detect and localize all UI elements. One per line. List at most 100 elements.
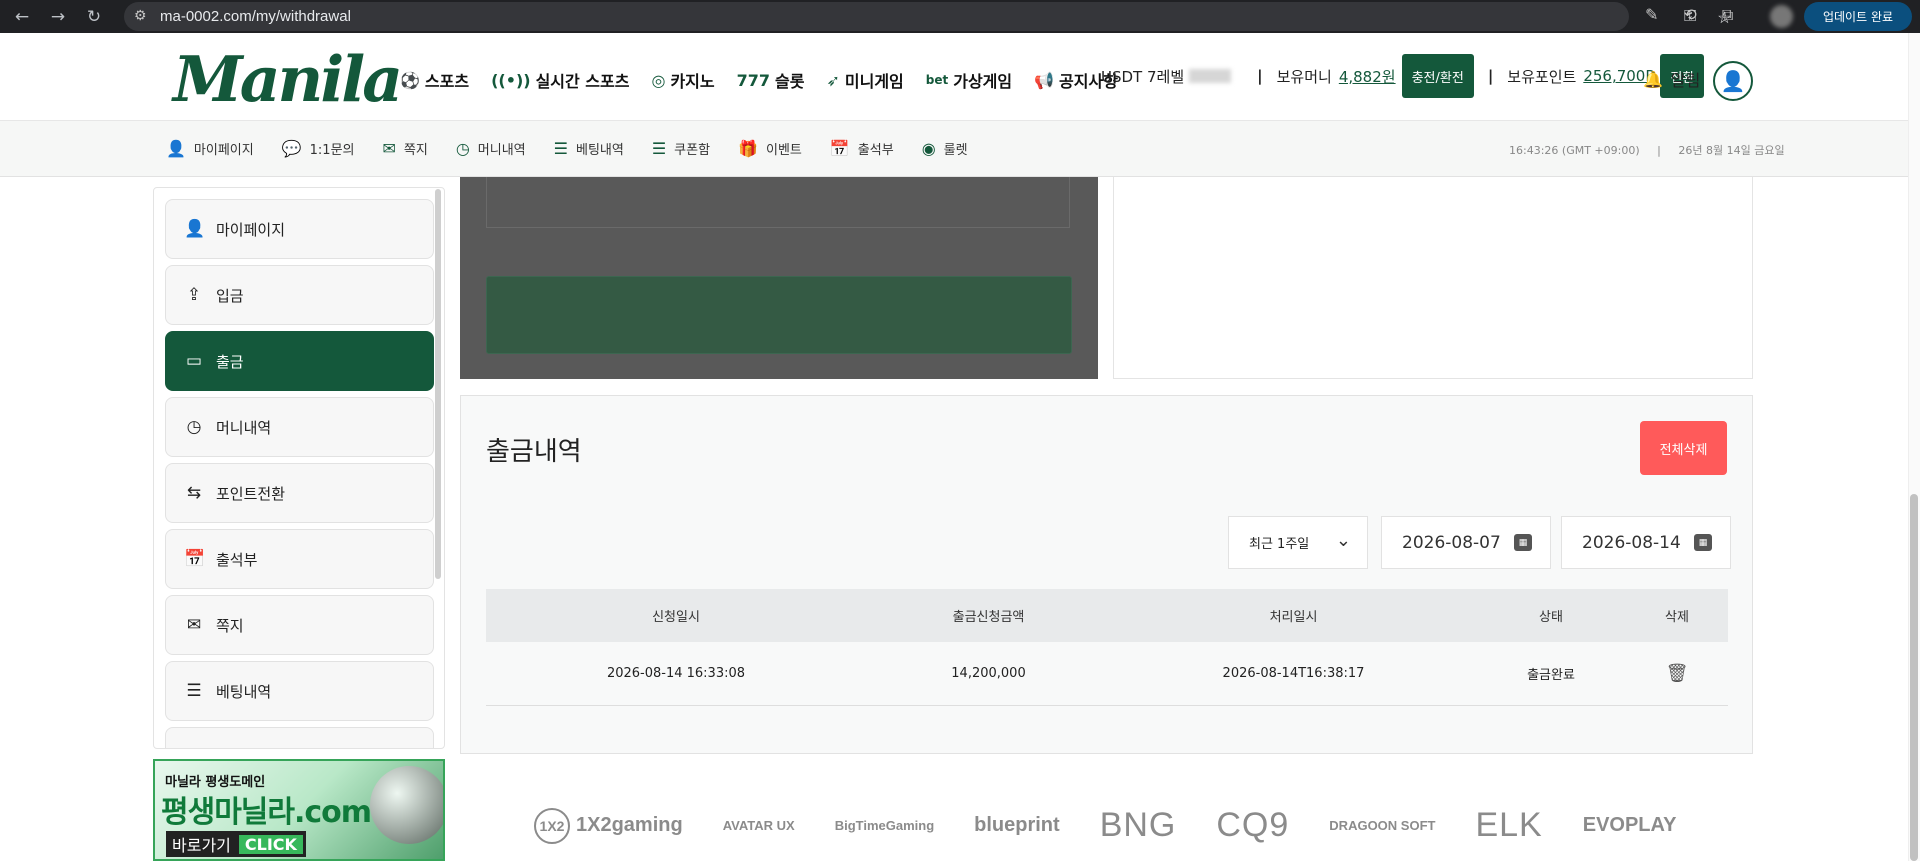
subnav-mypage[interactable]: 👤 마이페이지 [166, 139, 254, 158]
globe-icon [370, 766, 443, 844]
provider-name: BNG [1099, 806, 1177, 844]
site-logo[interactable]: Manila [173, 48, 403, 111]
server-clock: 16:43:26 (GMT +09:00) | 26년 8월 14일 금요일 [1509, 142, 1785, 158]
nav-sports[interactable]: ⚽ 스포츠 [400, 68, 469, 92]
history-title: 출금내역 [486, 437, 582, 467]
withdraw-icon: ▭ [185, 351, 203, 371]
sidebar-item-label: 마이페이지 [216, 220, 286, 239]
envelope-icon: ✉ [186, 615, 202, 635]
domain-banner[interactable]: 마닐라 평생도메인 평생마닐라.com 바로가기 CLICK [153, 759, 445, 861]
banner-go-button[interactable]: 바로가기 CLICK [166, 831, 306, 857]
provider-logos: 1X2 1X2gaming AVATAR UX BigTimeGaming blu… [534, 806, 1676, 845]
delete-all-button[interactable]: 전체삭제 [1640, 421, 1727, 475]
provider-name: 1X2gaming [576, 814, 683, 836]
subnav-label: 1:1문의 [309, 143, 355, 158]
cell-processed: 2026-08-14T16:38:17 [1222, 666, 1365, 681]
casino-chip-icon: ◎ [651, 70, 666, 90]
user-level: USDT 7레벨 [1101, 67, 1185, 86]
coupon-icon: ☰ [651, 139, 667, 158]
live-signal-icon: ((•)) [491, 70, 531, 90]
page-scrollbar-thumb[interactable] [1910, 494, 1918, 861]
alarm-button[interactable]: 🔔 알림 [1643, 67, 1700, 91]
col-processed: 처리일시 [1269, 610, 1318, 625]
subnav-label: 마이페이지 [193, 143, 254, 158]
withdrawal-form-overlay [460, 177, 1098, 379]
date-to-input[interactable]: 2026-08-14 ▦ [1561, 516, 1731, 569]
nav-minigame[interactable]: ➶ 미니게임 [826, 68, 903, 92]
sidebar-item-money-history[interactable]: ◷ 머니내역 [165, 397, 434, 457]
sidebar-item-label: 출금 [216, 352, 244, 371]
subnav-money-history[interactable]: ◷ 머니내역 [456, 139, 526, 158]
divider: | [1657, 144, 1661, 157]
subnav-message[interactable]: ✉ 쪽지 [383, 139, 428, 158]
sidebar-item-partial[interactable] [165, 727, 434, 748]
provider-evoplay: EVOPLAY [1583, 814, 1677, 837]
site-info-icon[interactable]: ⚙ [134, 7, 147, 24]
forward-icon[interactable]: → [44, 3, 72, 31]
sidebar-scrollbar[interactable] [435, 189, 441, 579]
cell-status: 출금완료 [1527, 668, 1575, 683]
subnav-bet-history[interactable]: ☰ 베팅내역 [554, 139, 624, 158]
subnav-label: 룰렛 [943, 143, 968, 158]
sidebar-item-bet-history[interactable]: ☰ 베팅내역 [165, 661, 434, 721]
pen-icon[interactable]: ✎ [1645, 5, 1658, 25]
site-header: Manila ⚽ 스포츠 ((•)) 실시간 스포츠 ◎ 카지노 777 슬롯 ➶ 미니게… [0, 33, 1908, 121]
provider-name: EVOPLAY [1582, 814, 1677, 836]
sidebar-item-message[interactable]: ✉ 쪽지 [165, 595, 434, 655]
calendar-icon[interactable]: ▦ [1514, 534, 1532, 551]
user-icon: 👤 [184, 219, 206, 239]
nav-virtual-game[interactable]: bet 가상게임 [926, 68, 1012, 92]
withdrawal-history: 출금내역 전체삭제 최근 1주일 ⌄ 2026-08-07 ▦ 2026-08-… [460, 395, 1753, 754]
server-date: 26년 8월 14일 금요일 [1678, 144, 1785, 157]
nav-live-sports[interactable]: ((•)) 실시간 스포츠 [491, 68, 629, 92]
update-button[interactable]: 업데이트 완료 [1804, 2, 1912, 31]
address-bar[interactable]: ⚙ ma-0002.com/my/withdrawal ⚿ ☆ [124, 2, 1732, 31]
subnav-label: 머니내역 [477, 143, 526, 158]
sidebar-item-label: 머니내역 [216, 418, 272, 437]
sub-nav: 👤 마이페이지 💬 1:1문의 ✉ 쪽지 ◷ 머니내역 ☰ 베팅내역 ☰ 쿠폰함 🎁 이벤트 … [0, 121, 1908, 177]
subnav-event[interactable]: 🎁 이벤트 [738, 139, 802, 158]
user-avatar-icon[interactable]: 👤 [1713, 61, 1753, 101]
point-label: 보유포인트 [1507, 67, 1577, 86]
provider-name: AVATAR UX [722, 818, 795, 833]
profile-avatar[interactable] [1770, 5, 1793, 28]
charge-exchange-button[interactable]: 충전/환전 [1401, 54, 1474, 98]
bet-icon: bet [925, 73, 949, 87]
user-icon: 👤 [166, 139, 186, 158]
period-select[interactable]: 최근 1주일 ⌄ [1228, 516, 1368, 569]
subnav-attendance[interactable]: 📅 출석부 [830, 139, 894, 158]
subnav-roulette[interactable]: ◉ 룰렛 [922, 139, 968, 158]
sidebar-item-attendance[interactable]: 📅 출석부 [165, 529, 434, 589]
sidebar-item-withdrawal[interactable]: ▭ 출금 [165, 331, 434, 391]
date-from-input[interactable]: 2026-08-07 ▦ [1381, 516, 1551, 569]
money-value[interactable]: 4,882원 [1339, 66, 1396, 87]
swap-icon: ⇆ [186, 483, 202, 503]
history-table: 신청일시 출금신청금액 처리일시 상태 삭제 2026-08-14 16:33:… [486, 589, 1728, 706]
reload-icon[interactable]: ↻ [80, 3, 108, 31]
trash-icon[interactable]: 🗑 [1626, 663, 1728, 684]
date-from-value: 2026-08-07 [1402, 532, 1501, 553]
sidebar-item-mypage[interactable]: 👤 마이페이지 [165, 199, 434, 259]
extensions-icon[interactable]: ⧉ [1722, 5, 1733, 25]
megaphone-icon: 📢 [1034, 70, 1055, 90]
form-field [486, 177, 1070, 228]
sidebar-item-label: 쪽지 [216, 616, 244, 635]
subnav-coupon[interactable]: ☰ 쿠폰함 [652, 139, 710, 158]
history-icon[interactable]: ⟲ [1683, 5, 1696, 25]
nav-slot[interactable]: 777 슬롯 [737, 68, 805, 92]
col-requested: 신청일시 [652, 610, 700, 625]
nav-casino[interactable]: ◎ 카지노 [651, 68, 714, 92]
user-info: USDT 7레벨 | 보유머니 4,882원 충전/환전 | 보유포인트 256… [1101, 54, 1705, 98]
sidebar-item-point-convert[interactable]: ⇆ 포인트전환 [165, 463, 434, 523]
sidebar-item-label: 입금 [216, 286, 244, 305]
back-icon[interactable]: ← [8, 3, 36, 31]
banner-click-label: CLICK [238, 834, 303, 854]
sidebar-item-deposit[interactable]: ⇪ 입금 [165, 265, 434, 325]
calendar-icon[interactable]: ▦ [1694, 534, 1712, 551]
calendar-icon: 📅 [829, 139, 850, 158]
withdrawal-submit-button[interactable] [486, 276, 1072, 354]
cell-requested: 2026-08-14 16:33:08 [606, 666, 746, 681]
provider-cq9: CQ9 [1216, 806, 1289, 845]
subnav-inquiry[interactable]: 💬 1:1문의 [282, 139, 355, 158]
sidebar-menu: 👤 마이페이지 ⇪ 입금 ▭ 출금 ◷ 머니내역 ⇆ 포인트전환 📅 출석부 ✉ 쪽지 ☰ 베팅… [153, 187, 445, 749]
